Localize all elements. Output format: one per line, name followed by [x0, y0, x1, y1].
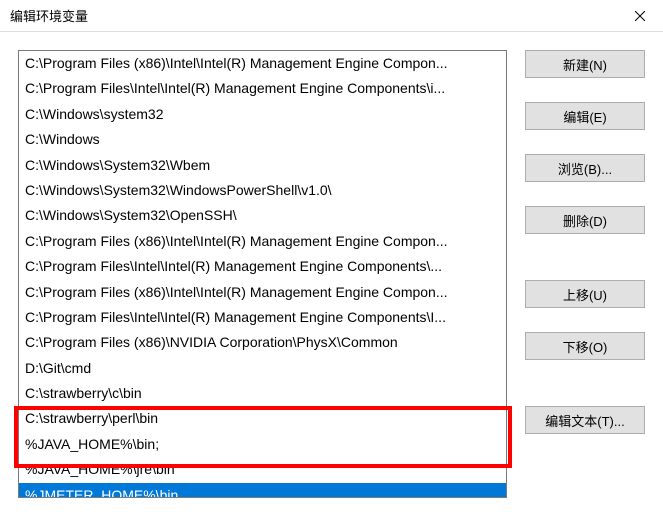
close-button[interactable]	[617, 0, 663, 32]
path-listbox[interactable]: C:\Program Files (x86)\Intel\Intel(R) Ma…	[18, 50, 507, 498]
list-item[interactable]: %JAVA_HOME%\bin;	[19, 432, 506, 457]
list-item[interactable]: C:\Program Files (x86)\Intel\Intel(R) Ma…	[19, 51, 506, 76]
close-icon	[635, 11, 645, 21]
list-item[interactable]: C:\Program Files (x86)\Intel\Intel(R) Ma…	[19, 229, 506, 254]
move-up-button[interactable]: 上移(U)	[525, 280, 645, 308]
list-item[interactable]: C:\Windows\system32	[19, 102, 506, 127]
list-item[interactable]: %JAVA_HOME%\jre\bin	[19, 457, 506, 482]
list-item[interactable]: C:\Program Files\Intel\Intel(R) Manageme…	[19, 305, 506, 330]
list-wrap: C:\Program Files (x86)\Intel\Intel(R) Ma…	[18, 50, 507, 512]
edit-button[interactable]: 编辑(E)	[525, 102, 645, 130]
list-item[interactable]: C:\strawberry\c\bin	[19, 381, 506, 406]
list-item[interactable]: C:\Windows\System32\OpenSSH\	[19, 203, 506, 228]
list-item[interactable]: C:\Program Files (x86)\NVIDIA Corporatio…	[19, 330, 506, 355]
titlebar: 编辑环境变量	[0, 0, 663, 32]
browse-button[interactable]: 浏览(B)...	[525, 154, 645, 182]
move-down-button[interactable]: 下移(O)	[525, 332, 645, 360]
list-item[interactable]: C:\Windows\System32\WindowsPowerShell\v1…	[19, 178, 506, 203]
new-button[interactable]: 新建(N)	[525, 50, 645, 78]
button-column: 新建(N) 编辑(E) 浏览(B)... 删除(D) 上移(U) 下移(O) 编…	[525, 50, 645, 512]
list-item[interactable]: C:\Windows	[19, 127, 506, 152]
list-item[interactable]: C:\Windows\System32\Wbem	[19, 153, 506, 178]
content-area: C:\Program Files (x86)\Intel\Intel(R) Ma…	[0, 32, 663, 512]
delete-button[interactable]: 删除(D)	[525, 206, 645, 234]
list-item[interactable]: C:\Program Files\Intel\Intel(R) Manageme…	[19, 254, 506, 279]
list-item[interactable]: D:\Git\cmd	[19, 356, 506, 381]
edit-text-button[interactable]: 编辑文本(T)...	[525, 406, 645, 434]
window-title: 编辑环境变量	[10, 6, 88, 25]
list-item[interactable]: C:\strawberry\perl\bin	[19, 406, 506, 431]
list-item[interactable]: C:\Program Files (x86)\Intel\Intel(R) Ma…	[19, 280, 506, 305]
list-item[interactable]: %JMETER_HOME%\bin	[19, 483, 506, 498]
list-item[interactable]: C:\Program Files\Intel\Intel(R) Manageme…	[19, 76, 506, 101]
